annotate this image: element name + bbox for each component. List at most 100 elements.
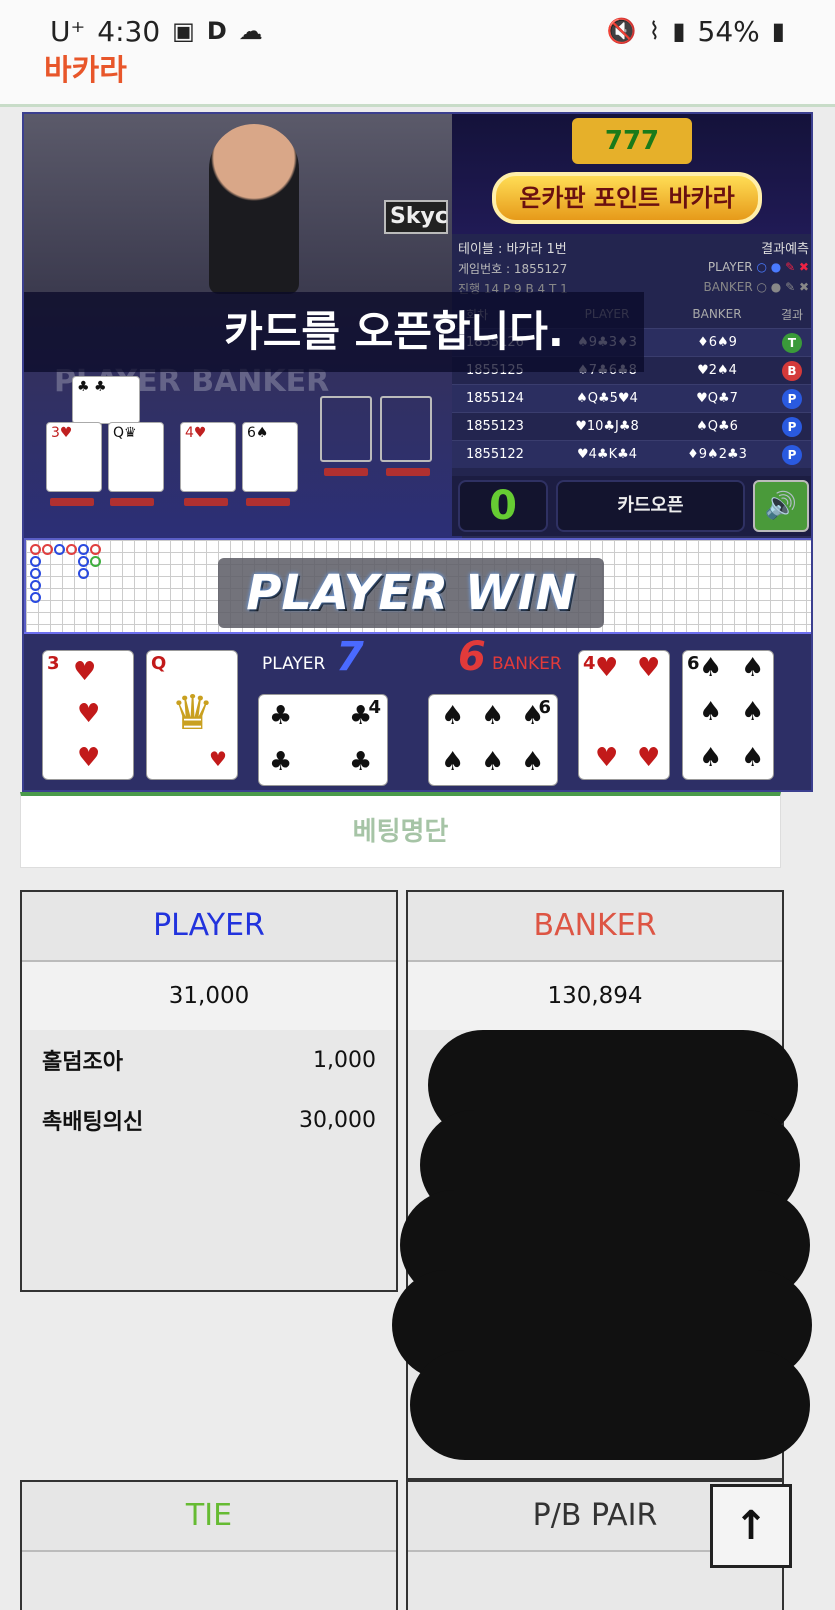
redaction-mark [410,1350,810,1460]
road-bead [90,556,101,567]
player-score: 7 [336,634,364,680]
status-bar: U⁺ 4:30 ▣ D ☁ 🔇 ⌇ ▮ 54% ▮ [0,0,835,62]
speaker-icon[interactable]: 🔊 [753,480,809,532]
banker-card-2: 4 ♥ ♥ ♥ ♥ [578,650,670,780]
table-marker [246,498,290,506]
arrow-up-icon[interactable]: ↑ [710,1484,792,1568]
game-area: Skyc PLAYER BANKER ♣ ♣ 3♥ Q♛ 4♥ 6♠ 777 온… [22,112,813,792]
road-bead [42,544,53,555]
prediction-label: 결과예측 [761,242,809,257]
player-card-2: Q ♛ ♥ [146,650,238,780]
road-bead [90,544,101,555]
carrier-label: U⁺ [50,14,86,48]
signal-icon: ▮ [672,17,686,45]
bet-amount: 30,000 [299,1107,376,1133]
player-score-label: PLAYER [262,654,326,674]
road-bead [78,568,89,579]
tie-column-title: TIE [22,1482,396,1552]
empty-card-slot [320,396,372,462]
banker-hand: ♦6♠9 [697,335,737,350]
banker-hand: ♠Q♣6 [696,419,738,434]
player-hand: ♥4♣K♣4 [576,447,638,462]
table-card: 6♠ [242,422,298,492]
history-row: 1855124 ♠Q♣5♥4 ♥Q♣7 P [452,384,811,412]
player-total: 31,000 [22,962,396,1030]
round-number: 1855124 [466,391,524,406]
game-number: 게임번호 : 1855127 [458,262,568,276]
dealer-figure [209,124,299,294]
road-bead [54,544,65,555]
result-badge: P [782,444,802,465]
table-card: ♣ ♣ [72,376,140,424]
road-bead [78,544,89,555]
road-bead [30,592,41,603]
player-card-3: 4 ♣ ♣ ♣ ♣ [258,694,388,786]
road-bead [66,544,77,555]
table-card: Q♛ [108,422,164,492]
banker-card-3: 6 ♠ ♠ ♠ ♠ ♠ ♠ [428,694,558,786]
banker-column-title: BANKER [408,892,782,962]
d-app-icon: D [206,17,227,45]
predict-player[interactable]: PLAYER ○ ● ✎ ✖ [708,260,809,277]
bettor-name: 홀덤조아 [42,1050,123,1075]
result-strip: 3 ♥ ♥ ♥ Q ♛ ♥ 4 ♣ ♣ ♣ ♣ PLAYER 7 6 BANKE… [24,632,811,790]
player-hand: ♠Q♣5♥4 [576,391,638,406]
table-card: 4♥ [180,422,236,492]
round-number: 1855123 [466,419,524,434]
bet-amount: 1,000 [313,1047,376,1073]
bet-row: 홀덤조아 1,000 [22,1030,396,1090]
tie-bets-column: TIE [20,1480,398,1610]
history-col: BANKER [692,307,742,321]
result-badge: P [782,388,802,409]
bet-list-title: 베팅명단 [20,792,781,868]
result-badge: B [782,360,802,381]
clock: 4:30 [97,14,161,48]
win-banner: PLAYER WIN [218,558,604,628]
table-marker [50,498,94,506]
result-badge: T [782,332,802,353]
site-logo[interactable]: 바카라 [44,55,127,89]
banker-score-label: BANKER [492,654,562,674]
road-bead [30,544,41,555]
banker-total: 130,894 [408,962,782,1030]
app-header: 바카라 [0,55,835,107]
game-controls: 0 카드오픈 🔊 [452,476,811,536]
table-card: 3♥ [46,422,102,492]
player-hand: ♥10♣J♣8 [575,419,639,434]
history-row: 1855122 ♥4♣K♣4 ♦9♠2♣3 P [452,440,811,468]
predict-banker[interactable]: BANKER ○ ● ✎ ✖ [703,280,809,297]
player-bets-column: PLAYER 31,000 홀덤조아 1,000 촉배팅의신 30,000 [20,890,398,1292]
mute-icon: 🔇 [606,17,637,45]
video-watermark: Skyc [384,200,448,234]
card-open-button[interactable]: 카드오픈 [556,480,745,532]
table-marker [184,498,228,506]
history-row: 1855123 ♥10♣J♣8 ♠Q♣6 P [452,412,811,440]
empty-card-slot [380,396,432,462]
road-bead [30,556,41,567]
promo-banner: 777 온카판 포인트 바카라 [452,114,811,234]
messenger-icon: ☁ [238,17,263,45]
table-name: 테이블 : 바카라 1번 [458,242,567,257]
banker-hand: ♥2♠4 [697,363,737,378]
player-column-title: PLAYER [22,892,396,962]
promo-title: 온카판 포인트 바카라 [492,172,762,224]
battery-percent: 54% [697,14,760,48]
slot-machine-graphic: 777 [572,118,692,164]
road-bead [30,568,41,579]
wifi-icon: ⌇ [648,17,661,45]
player-card-1: 3 ♥ ♥ ♥ [42,650,134,780]
banker-score: 6 [458,634,486,680]
table-marker [324,468,368,476]
battery-icon: ▮ [771,17,785,45]
bettor-name: 촉배팅의신 [42,1110,144,1135]
banker-card-1: 6 ♠ ♠ ♠ ♠ ♠ ♠ [682,650,774,780]
result-badge: P [782,416,802,437]
history-col: 결과 [780,307,804,322]
gallery-icon: ▣ [172,17,195,45]
countdown-display: 0 [458,480,548,532]
round-number: 1855122 [466,447,524,462]
road-bead [78,556,89,567]
road-bead [30,580,41,591]
bet-row: 촉배팅의신 30,000 [22,1090,396,1150]
table-marker [110,498,154,506]
